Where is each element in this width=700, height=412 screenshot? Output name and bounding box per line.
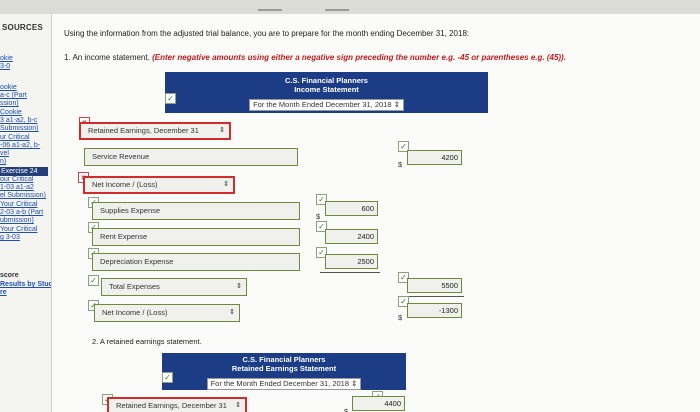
sidebar-results-link[interactable]: Results by Study xyxy=(0,281,51,289)
retained-earnings-header: C.S. Financial Planners Retained Earning… xyxy=(162,353,406,390)
sidebar-item[interactable]: ur Critical xyxy=(0,134,30,142)
sidebar-item[interactable]: Your Critical xyxy=(0,226,37,234)
service-revenue-amount[interactable]: 4200 xyxy=(407,150,462,165)
sidebar-item[interactable]: el Submission) xyxy=(0,192,46,200)
sidebar-item[interactable]: Cookie xyxy=(0,109,22,117)
dropdown-arrow-icon: ⇕ xyxy=(393,100,400,109)
check-icon: ✓ xyxy=(162,372,173,383)
total-expenses-amount[interactable]: 5500 xyxy=(407,278,462,293)
dollar-sign: $ xyxy=(316,212,321,221)
question-1-prefix: 1. An income statement. xyxy=(64,53,150,62)
net-income-select-2[interactable]: Net Income / (Loss) ⇕ xyxy=(94,304,240,322)
sidebar-item[interactable]: 2-03 a-b (Part xyxy=(0,209,43,217)
total-expenses-select[interactable]: Total Expenses ⇕ xyxy=(101,278,247,296)
sidebar-item[interactable]: vel xyxy=(0,150,9,158)
supplies-expense-amount[interactable]: 600 xyxy=(325,201,378,216)
company-name: C.S. Financial Planners xyxy=(285,76,368,85)
sidebar-results-link-2[interactable]: re xyxy=(0,289,7,297)
net-income-amount[interactable]: -1300 xyxy=(407,303,462,318)
dropdown-arrow-icon: ⇕ xyxy=(236,283,242,290)
sidebar-item[interactable]: a-c (Part xyxy=(0,92,27,100)
sidebar-item[interactable]: -06 a1-a2, b- xyxy=(0,142,40,150)
net-income-select-text: Net Income / (Loss) xyxy=(92,180,158,189)
total-expenses-select-text: Total Expenses xyxy=(109,282,160,291)
assignment-panel: Using the information from the adjusted … xyxy=(52,14,700,412)
re-row-amount[interactable]: 4400 xyxy=(352,396,405,411)
question-1-note: (Enter negative amounts using either a n… xyxy=(152,53,566,62)
re-row-select-text: Retained Earnings, December 31 xyxy=(116,401,227,410)
depreciation-expense-field[interactable]: Depreciation Expense xyxy=(92,253,300,271)
sidebar-item[interactable]: 3-0 xyxy=(0,63,10,71)
question-1: 1. An income statement. (Enter negative … xyxy=(64,53,566,62)
sidebar-item[interactable]: Your Critical xyxy=(0,201,37,209)
retained-earnings-select-text: Retained Earnings, December 31 xyxy=(88,126,199,135)
top-bar-divider xyxy=(258,9,282,11)
browser-top-bar xyxy=(0,0,700,14)
dropdown-arrow-icon: ⇕ xyxy=(235,402,241,409)
top-bar-divider xyxy=(325,9,349,11)
sidebar-score-label: score xyxy=(0,272,19,279)
dropdown-arrow-icon: ⇕ xyxy=(223,181,229,188)
dollar-sign: $ xyxy=(344,407,349,412)
rent-expense-field[interactable]: Rent Expense xyxy=(92,228,300,246)
net-income-select[interactable]: Net Income / (Loss) ⇕ xyxy=(83,176,235,194)
sidebar-item[interactable]: n) xyxy=(0,158,6,166)
instruction-text: Using the information from the adjusted … xyxy=(64,29,470,38)
subtotal-rule xyxy=(320,272,380,273)
period-select[interactable]: For the Month Ended December 31, 2018 ⇕ xyxy=(206,378,362,390)
sidebar-item[interactable]: our Critical xyxy=(0,176,33,184)
check-icon: ✓ xyxy=(88,275,99,286)
sidebar-item[interactable]: ubmission) xyxy=(0,217,34,225)
dollar-sign: $ xyxy=(398,160,403,169)
sidebar-item[interactable]: ssion) xyxy=(0,100,19,108)
period-select[interactable]: For the Month Ended December 31, 2018 ⇕ xyxy=(249,99,404,111)
dollar-sign: $ xyxy=(398,313,403,322)
sidebar-item[interactable]: 3 a1-a2, b-c xyxy=(0,117,37,125)
sidebar-item[interactable]: g 3-03 xyxy=(0,234,20,242)
sidebar-item[interactable]: okie xyxy=(0,55,13,63)
period-select-text: For the Month Ended December 31, 2018 xyxy=(253,100,392,109)
net-income-select-2-text: Net Income / (Loss) xyxy=(102,308,168,317)
dropdown-arrow-icon: ⇕ xyxy=(229,309,235,316)
sidebar-item[interactable]: 1-03 a1-a2 xyxy=(0,184,34,192)
statement-title: Retained Earnings Statement xyxy=(231,364,337,373)
sidebar-item[interactable]: Submission) xyxy=(0,125,39,133)
sidebar-item-active[interactable]: Exercise 24 xyxy=(0,167,48,176)
dropdown-arrow-icon: ⇕ xyxy=(351,379,358,388)
resources-sidebar: SOURCES okie 3-0 ookie a-c (Part ssion) Cooki… xyxy=(0,14,52,412)
company-name: C.S. Financial Planners xyxy=(242,355,326,364)
sidebar-item[interactable]: ookie xyxy=(0,84,17,92)
supplies-expense-field[interactable]: Supplies Expense xyxy=(92,202,300,220)
service-revenue-field[interactable]: Service Revenue xyxy=(84,148,298,166)
retained-earnings-select[interactable]: Retained Earnings, December 31 ⇕ xyxy=(79,122,231,140)
total-rule xyxy=(402,296,464,297)
question-2: 2. A retained earnings statement. xyxy=(92,337,202,346)
period-select-text: For the Month Ended December 31, 2018 xyxy=(210,379,350,388)
depreciation-expense-amount[interactable]: 2500 xyxy=(325,254,378,269)
income-statement-header: C.S. Financial Planners Income Statement… xyxy=(165,72,488,113)
sidebar-heading: SOURCES xyxy=(2,23,43,32)
statement-title: Income Statement xyxy=(294,85,359,94)
check-icon: ✓ xyxy=(165,93,176,104)
re-row-select[interactable]: Retained Earnings, December 31 ⇕ xyxy=(107,397,247,412)
rent-expense-amount[interactable]: 2400 xyxy=(325,229,378,244)
dropdown-arrow-icon: ⇕ xyxy=(219,127,225,134)
